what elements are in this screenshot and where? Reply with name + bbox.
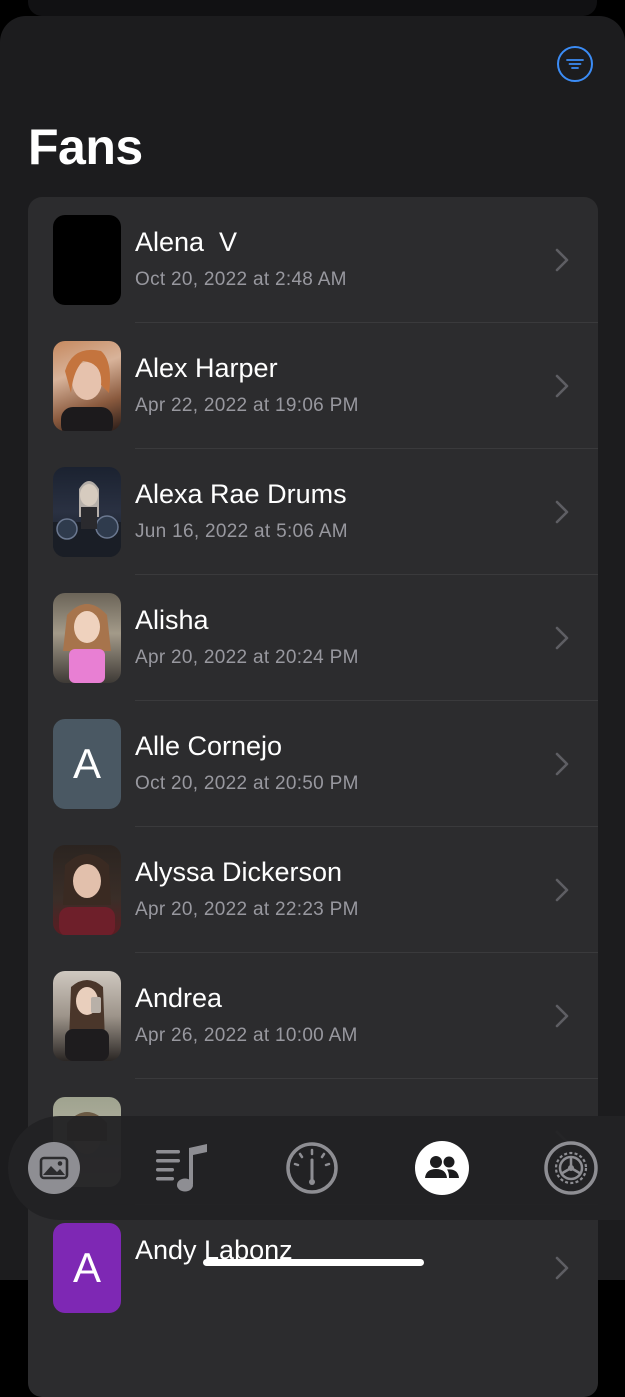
fan-date: Apr 22, 2022 at 19:06 PM (135, 395, 359, 416)
fan-date: Oct 20, 2022 at 2:48 AM (135, 269, 347, 290)
fan-name: Alena V (135, 227, 238, 257)
avatar (53, 971, 121, 1061)
avatar (53, 845, 121, 935)
filter-lines-icon (566, 59, 584, 69)
avatar (53, 467, 121, 557)
fan-name: Alyssa Dickerson (135, 857, 343, 887)
music-list-icon (156, 1144, 207, 1192)
fan-row[interactable]: Alex Harper Apr 22, 2022 at 19:06 PM (28, 323, 598, 449)
fan-name: Alex Harper (135, 353, 278, 383)
background-sheet (28, 0, 597, 16)
avatar (53, 593, 121, 683)
fan-row[interactable]: A Alle Cornejo Oct 20, 2022 at 20:50 PM (28, 701, 598, 827)
fan-name: Alexa Rae Drums (135, 479, 347, 509)
chevron-right-icon (555, 374, 569, 398)
avatar (53, 215, 121, 305)
fan-row[interactable]: Alexa Rae Drums Jun 16, 2022 at 5:06 AM (28, 449, 598, 575)
settings-icon (544, 1141, 598, 1195)
tab-photos[interactable] (26, 1140, 82, 1196)
fan-name: Alle Cornejo (135, 731, 283, 761)
fan-row[interactable]: Alyssa Dickerson Apr 20, 2022 at 22:23 P… (28, 827, 598, 953)
avatar (53, 341, 121, 431)
fan-date: Apr 20, 2022 at 22:23 PM (135, 899, 359, 920)
page-title: Fans (28, 119, 143, 175)
tab-fans[interactable] (414, 1140, 470, 1196)
tab-settings[interactable] (543, 1140, 599, 1196)
chevron-right-icon (555, 752, 569, 776)
filter-button[interactable] (557, 46, 593, 82)
chevron-right-icon (555, 1004, 569, 1028)
home-indicator (203, 1259, 424, 1266)
chevron-right-icon (555, 500, 569, 524)
fan-row[interactable]: Andrea Apr 26, 2022 at 10:00 AM (28, 953, 598, 1079)
fan-date: Apr 26, 2022 at 10:00 AM (135, 1025, 358, 1046)
photo-icon (28, 1142, 80, 1194)
tab-music[interactable] (155, 1140, 211, 1196)
fan-row[interactable]: Alena V Oct 20, 2022 at 2:48 AM (28, 197, 598, 323)
gauge-icon (286, 1142, 338, 1194)
tab-tuner[interactable] (284, 1140, 340, 1196)
tab-bar (8, 1116, 625, 1220)
avatar: A (53, 1223, 121, 1313)
chevron-right-icon (555, 626, 569, 650)
fan-row[interactable]: Alisha Apr 20, 2022 at 20:24 PM (28, 575, 598, 701)
fan-date: Apr 20, 2022 at 20:24 PM (135, 647, 359, 668)
chevron-right-icon (555, 248, 569, 272)
fan-row[interactable]: A Andy Labonz (28, 1205, 598, 1331)
fan-date: Jun 16, 2022 at 5:06 AM (135, 521, 348, 542)
people-icon (415, 1141, 469, 1195)
chevron-right-icon (555, 878, 569, 902)
fan-date: Oct 20, 2022 at 20:50 PM (135, 773, 359, 794)
chevron-right-icon (555, 1256, 569, 1280)
fan-name: Andrea (135, 983, 223, 1013)
fan-name: Alisha (135, 605, 209, 635)
avatar: A (53, 719, 121, 809)
